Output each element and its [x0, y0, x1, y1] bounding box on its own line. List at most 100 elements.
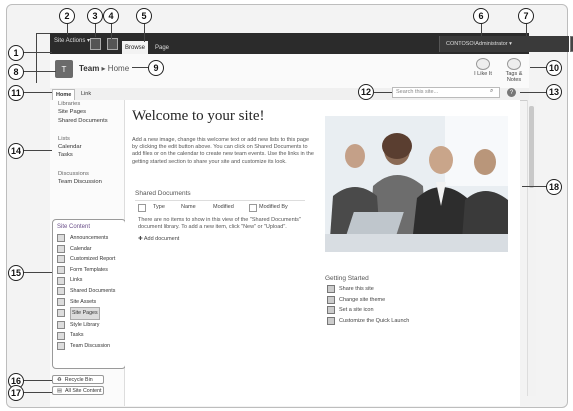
search-input[interactable]: Search this site...: [392, 87, 500, 98]
site-content-list: Announcements Calendar Customized Report…: [57, 233, 115, 352]
getting-started-item[interactable]: Change site theme: [327, 295, 409, 306]
callout-18: 18: [546, 179, 562, 195]
discussions-heading[interactable]: Discussions: [58, 170, 108, 178]
title-area: T Team ▸ Home I Like It Tags & Notes: [50, 54, 529, 89]
library-icon: [57, 287, 65, 296]
navigate-up-icon[interactable]: [90, 38, 101, 50]
form-icon: [57, 266, 65, 275]
leader-line: [22, 392, 52, 393]
callout-6: 6: [473, 8, 489, 24]
leader-line: [374, 92, 392, 93]
leader-line: [36, 33, 50, 34]
list-item[interactable]: Site Assets: [57, 297, 115, 308]
like-it-label: I Like It: [474, 71, 492, 77]
column-header-modified[interactable]: Modified: [213, 204, 234, 210]
list-item[interactable]: Form Templates: [57, 265, 115, 276]
recycle-bin-link[interactable]: ♻ Recycle Bin: [52, 375, 104, 384]
callout-11: 11: [8, 85, 24, 101]
welcome-photo: [325, 116, 508, 252]
getting-started-item[interactable]: Share this site: [327, 284, 409, 295]
column-header-modified-by[interactable]: Modified By: [259, 204, 288, 210]
callout-4: 4: [103, 8, 119, 24]
callout-13: 13: [546, 84, 562, 100]
leader-line: [22, 52, 52, 53]
tab-browse[interactable]: Browse: [122, 41, 148, 54]
ribbon-bar: Site Actions ▾ Browse Page CONTOSO\Admin…: [50, 33, 573, 54]
calendar-icon: [57, 244, 65, 253]
list-item[interactable]: Links: [57, 275, 115, 286]
list-item[interactable]: Style Library: [57, 320, 115, 331]
modified-by-checkbox[interactable]: [249, 204, 257, 212]
lists-heading[interactable]: Lists: [58, 135, 108, 143]
quick-launch-icon: [327, 317, 335, 326]
leader-line: [22, 92, 52, 93]
leader-line: [522, 186, 548, 187]
list-item[interactable]: Calendar: [57, 244, 115, 255]
getting-started-list: Share this site Change site theme Set a …: [327, 284, 409, 326]
list-item[interactable]: Announcements: [57, 233, 115, 244]
edit-page-icon[interactable]: [107, 38, 118, 50]
select-all-checkbox[interactable]: [138, 204, 146, 212]
help-icon[interactable]: ?: [507, 88, 516, 97]
callout-12: 12: [358, 84, 374, 100]
user-menu[interactable]: CONTOSO\Administrator ▾: [439, 36, 569, 52]
leader-line: [22, 380, 52, 381]
breadcrumb-page: Home: [107, 64, 130, 73]
add-document-link[interactable]: ✚ Add document: [138, 236, 179, 242]
quick-link[interactable]: Shared Documents: [58, 117, 108, 125]
shared-documents-heading[interactable]: Shared Documents: [135, 190, 191, 197]
list-item-selected[interactable]: Site Pages: [57, 307, 115, 320]
leader-line: [22, 150, 52, 151]
main-content: Welcome to your site! Add a new image, c…: [125, 100, 520, 406]
breadcrumb: Team ▸ Home: [79, 64, 129, 73]
list-item[interactable]: Shared Documents: [57, 286, 115, 297]
library-icon: [57, 321, 65, 330]
breadcrumb-site[interactable]: Team: [79, 64, 99, 73]
share-icon: [327, 285, 335, 294]
empty-list-text: There are no items to show in this view …: [138, 217, 301, 230]
callout-15: 15: [8, 265, 24, 281]
tags-notes-label: Tags & Notes: [505, 71, 523, 83]
vertical-scrollbar[interactable]: [527, 100, 536, 396]
libraries-heading[interactable]: Libraries: [58, 100, 108, 108]
list-item[interactable]: Customized Report: [57, 254, 115, 265]
quick-link[interactable]: Site Pages: [58, 108, 108, 116]
callout-3: 3: [87, 8, 103, 24]
tab-page[interactable]: Page: [150, 41, 174, 54]
leader-line: [22, 71, 56, 72]
report-icon: [57, 255, 65, 264]
callout-17: 17: [8, 385, 24, 401]
recycle-bin-icon: ♻: [57, 376, 62, 383]
announcements-icon: [57, 234, 65, 243]
site-content-panel: Site Content Announcements Calendar Cust…: [52, 219, 126, 369]
leader-line: [520, 92, 546, 93]
callout-9: 9: [148, 60, 164, 76]
callout-10: 10: [546, 60, 562, 76]
callout-5: 5: [136, 8, 152, 24]
site-logo[interactable]: T: [55, 60, 73, 78]
like-it-button[interactable]: I Like It: [472, 58, 494, 77]
quick-link[interactable]: Calendar: [58, 143, 108, 151]
list-item[interactable]: Team Discussion: [57, 341, 115, 352]
quick-link[interactable]: Team Discussion: [58, 178, 108, 186]
library-icon: [57, 297, 65, 306]
column-header-type[interactable]: Type: [153, 204, 165, 210]
breadcrumb-separator-icon: ▸: [101, 64, 106, 73]
business-people-image: [325, 116, 508, 252]
callout-7: 7: [518, 8, 534, 24]
all-site-content-link[interactable]: ▤ All Site Content: [52, 386, 104, 395]
getting-started-item[interactable]: Customize the Quick Launch: [327, 316, 409, 327]
link-icon: [57, 276, 65, 285]
list-item[interactable]: Tasks: [57, 330, 115, 341]
getting-started-item[interactable]: Set a site icon: [327, 305, 409, 316]
search-icon[interactable]: ⌕: [490, 88, 498, 97]
scroll-thumb[interactable]: [529, 106, 534, 188]
top-nav-link[interactable]: Link: [78, 89, 94, 99]
quick-link[interactable]: Tasks: [58, 151, 108, 159]
library-icon: [57, 309, 65, 318]
column-header-name[interactable]: Name: [181, 204, 196, 210]
tags-notes-button[interactable]: Tags & Notes: [501, 58, 527, 83]
site-actions-menu[interactable]: Site Actions ▾: [54, 37, 90, 44]
theme-icon: [327, 295, 335, 304]
site-content-heading: Site Content: [57, 224, 91, 230]
